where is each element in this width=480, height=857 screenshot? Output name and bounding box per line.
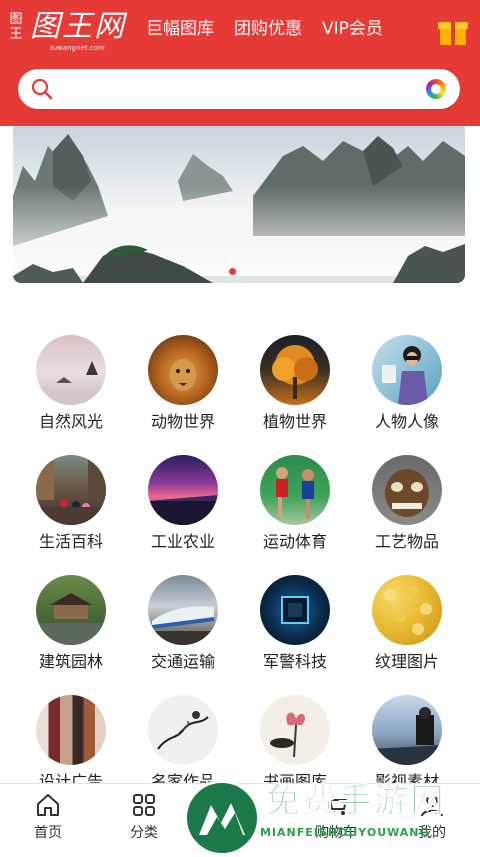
ink-painting-icon bbox=[148, 695, 218, 765]
design-icon bbox=[36, 695, 106, 765]
category-architecture[interactable]: 建筑园林 bbox=[15, 575, 127, 673]
category-design-ads[interactable]: 设计广告 bbox=[15, 695, 127, 793]
runners-icon bbox=[260, 455, 330, 525]
nature-scenery-icon bbox=[36, 335, 106, 405]
nav-giant-gallery[interactable]: 巨幅图库 bbox=[146, 16, 214, 42]
logo-text: 图王网 bbox=[30, 9, 126, 44]
street-icon bbox=[36, 455, 106, 525]
search-icon[interactable] bbox=[30, 77, 54, 101]
category-animals[interactable]: 动物世界 bbox=[127, 335, 239, 433]
banner-carousel[interactable] bbox=[13, 126, 465, 283]
category-label: 植物世界 bbox=[262, 412, 327, 431]
lion-icon bbox=[148, 335, 218, 405]
category-label: 军警科技 bbox=[262, 652, 327, 671]
category-military-tech[interactable]: 军警科技 bbox=[239, 575, 351, 673]
category-sports[interactable]: 运动体育 bbox=[239, 455, 351, 553]
industry-icon bbox=[148, 455, 218, 525]
chip-icon bbox=[260, 575, 330, 645]
pavilion-icon bbox=[36, 575, 106, 645]
category-texture[interactable]: 纹理图片 bbox=[351, 575, 463, 673]
category-label: 工艺物品 bbox=[374, 532, 439, 551]
site-logo[interactable]: 图王 图王网 tuwangnet.com bbox=[8, 10, 128, 54]
category-transport[interactable]: 交通运输 bbox=[127, 575, 239, 673]
app-header: 图王 图王网 tuwangnet.com 巨幅图库 团购优惠 VIP会员 bbox=[0, 0, 480, 126]
logo-url: tuwangnet.com bbox=[50, 44, 105, 52]
nav-group-deals[interactable]: 团购优惠 bbox=[234, 16, 302, 42]
watermark-logo-icon bbox=[184, 780, 260, 856]
tree-icon bbox=[260, 335, 330, 405]
film-icon bbox=[372, 695, 442, 765]
color-wheel-icon[interactable] bbox=[426, 79, 446, 99]
nav-vip-member[interactable]: VIP会员 bbox=[322, 16, 383, 42]
category-life[interactable]: 生活百科 bbox=[15, 455, 127, 553]
logo-side-text: 图王 bbox=[9, 12, 23, 42]
category-label: 建筑园林 bbox=[38, 652, 103, 671]
category-label: 自然风光 bbox=[38, 412, 103, 431]
texture-icon bbox=[372, 575, 442, 645]
watermark-title: 免费手游网 bbox=[266, 781, 446, 822]
search-input[interactable] bbox=[70, 75, 424, 105]
tab-category[interactable]: 分类 bbox=[96, 784, 192, 854]
category-label: 生活百科 bbox=[38, 532, 103, 551]
train-icon bbox=[148, 575, 218, 645]
portrait-icon bbox=[372, 335, 442, 405]
tab-label: 分类 bbox=[130, 825, 158, 841]
category-plants[interactable]: 植物世界 bbox=[239, 335, 351, 433]
category-label: 交通运输 bbox=[150, 652, 215, 671]
category-industry-agri[interactable]: 工业农业 bbox=[127, 455, 239, 553]
mask-craft-icon bbox=[372, 455, 442, 525]
category-film[interactable]: 影视素材 bbox=[351, 695, 463, 793]
category-label: 运动体育 bbox=[262, 532, 327, 551]
home-icon bbox=[37, 794, 59, 816]
grid-icon bbox=[133, 794, 155, 816]
category-label: 动物世界 bbox=[150, 412, 215, 431]
category-masterworks[interactable]: 名家作品 bbox=[127, 695, 239, 793]
category-label: 人物人像 bbox=[374, 412, 439, 431]
tab-home[interactable]: 首页 bbox=[0, 784, 96, 854]
banner-image bbox=[13, 134, 465, 283]
category-crafts[interactable]: 工艺物品 bbox=[351, 455, 463, 553]
tab-label: 首页 bbox=[34, 825, 62, 841]
lotus-painting-icon bbox=[260, 695, 330, 765]
watermark: 免费手游网 MIANFEISHOUYOUWANG bbox=[184, 780, 480, 856]
gift-icon[interactable] bbox=[438, 14, 468, 46]
carousel-indicator[interactable] bbox=[229, 268, 236, 275]
category-people[interactable]: 人物人像 bbox=[351, 335, 463, 433]
top-nav: 巨幅图库 团购优惠 VIP会员 bbox=[146, 16, 383, 42]
category-nature[interactable]: 自然风光 bbox=[15, 335, 127, 433]
search-bar[interactable] bbox=[18, 69, 460, 109]
category-calligraphy[interactable]: 书画图库 bbox=[239, 695, 351, 793]
category-label: 工业农业 bbox=[150, 532, 215, 551]
watermark-subtitle: MIANFEISHOUYOUWANG bbox=[260, 826, 430, 839]
category-label: 纹理图片 bbox=[374, 652, 439, 671]
